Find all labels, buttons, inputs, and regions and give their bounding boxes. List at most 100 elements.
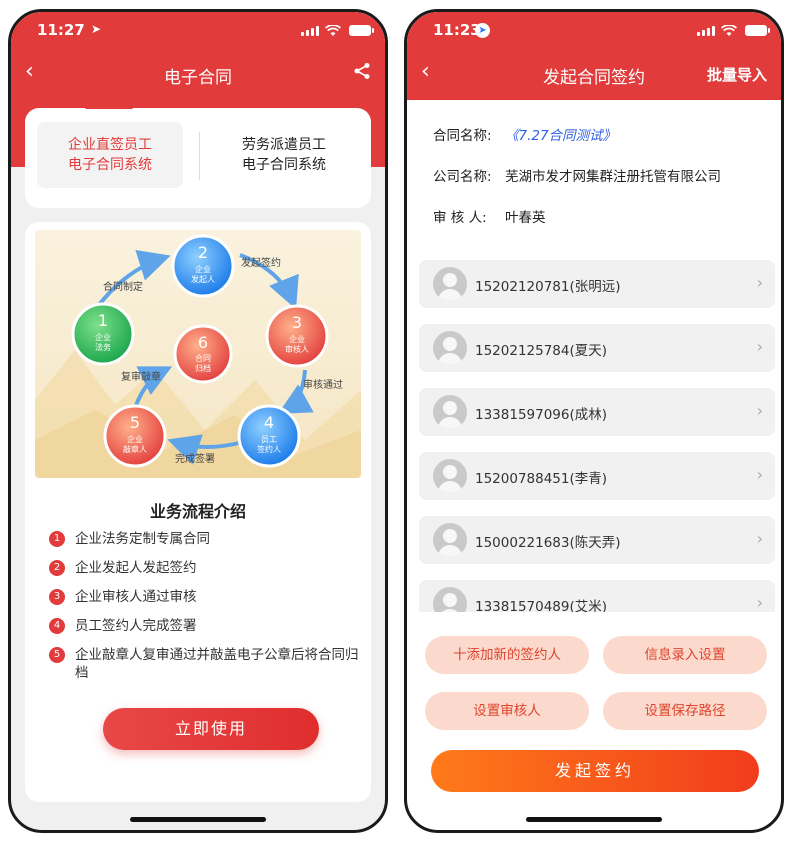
avatar-placeholder-icon <box>433 459 467 493</box>
reviewer-row: 审 核 人: 叶春英 <box>433 206 546 226</box>
avatar-placeholder-icon <box>433 587 467 612</box>
list-item[interactable]: 13381597096(成林) › <box>419 388 775 436</box>
list-item[interactable]: 13381570489(艾米) › <box>419 580 775 612</box>
flow-node-4: 4 员工 签约人 <box>237 404 301 468</box>
chevron-right-icon: › <box>756 337 763 356</box>
company-name-row: 公司名称: 芜湖市发才网集群注册托管有限公司 <box>433 165 721 185</box>
status-time: 11:27 <box>37 21 85 39</box>
field-label: 公司名称: <box>433 169 492 185</box>
step-text: 员工签约人完成签署 <box>75 618 197 634</box>
chevron-right-icon: › <box>756 593 763 612</box>
signer-name: 15202125784(夏天) <box>475 343 608 359</box>
field-value: 芜湖市发才网集群注册托管有限公司 <box>505 169 721 185</box>
chevron-right-icon: › <box>756 401 763 420</box>
svg-text:归档: 归档 <box>195 363 211 373</box>
list-item[interactable]: 15200788451(李青) › <box>419 452 775 500</box>
tab-dispatch-employee[interactable]: 劳务派遣员工 电子合同系统 <box>211 122 357 188</box>
arrow-label: 复审敲章 <box>121 370 161 383</box>
arrow-label: 审核通过 <box>303 378 343 391</box>
svg-text:1: 1 <box>98 311 108 330</box>
chevron-right-icon: › <box>756 273 763 292</box>
svg-text:企业: 企业 <box>289 334 305 344</box>
step-number: 1 <box>49 531 65 547</box>
step-text: 企业敲章人复审通过并敲盖电子公章后将合同归档 <box>75 647 359 681</box>
info-settings-button[interactable]: 信息录入设置 <box>603 636 767 674</box>
flow-node-2: 2 企业 发起人 <box>171 234 235 298</box>
avatar-placeholder-icon <box>433 395 467 429</box>
intro-card: 合同制定 发起签约 审核通过 完成签署 复审敲章 1 企业 法务 2 企业 发起… <box>25 222 371 802</box>
avatar-placeholder-icon <box>433 267 467 301</box>
add-signer-button[interactable]: 十添加新的签约人 <box>425 636 589 674</box>
home-indicator <box>130 817 266 822</box>
svg-text:4: 4 <box>264 413 274 432</box>
share-icon[interactable] <box>353 62 371 80</box>
svg-text:合同: 合同 <box>195 353 211 363</box>
svg-text:企业: 企业 <box>127 434 143 444</box>
step-number: 2 <box>49 560 65 576</box>
svg-text:发起人: 发起人 <box>191 274 215 284</box>
wifi-icon <box>721 25 737 36</box>
nav-bar: ‹ 发起合同签约 批量导入 <box>407 52 781 96</box>
list-item: 5 企业敲章人复审通过并敲盖电子公章后将合同归档 <box>49 646 359 682</box>
svg-text:签约人: 签约人 <box>257 444 281 454</box>
list-item[interactable]: 15000221683(陈天弄) › <box>419 516 775 564</box>
field-label: 合同名称: <box>433 128 492 144</box>
signer-list: 15202120781(张明远) › 15202125784(夏天) › 133… <box>419 260 775 612</box>
arrow-label: 发起签约 <box>241 256 281 269</box>
flow-node-1: 1 企业 法务 <box>71 302 135 366</box>
avatar-placeholder-icon <box>433 331 467 365</box>
batch-import-button[interactable]: 批量导入 <box>707 64 767 85</box>
tab-line: 企业直签员工 <box>68 137 152 153</box>
list-item: 4 员工签约人完成签署 <box>49 617 359 635</box>
chevron-right-icon: › <box>756 465 763 484</box>
system-tabs: 企业直签员工 电子合同系统 劳务派遣员工 电子合同系统 <box>25 108 371 208</box>
use-now-button[interactable]: 立即使用 <box>103 708 319 750</box>
location-arrow-icon: ➤ <box>475 23 490 38</box>
field-value: 叶春英 <box>505 210 546 226</box>
status-bar: 11:23 ➤ <box>407 12 781 48</box>
flow-node-6: 6 合同 归档 <box>173 324 233 384</box>
nav-bar: ‹ 电子合同 <box>11 52 385 96</box>
left-phone-screen: 11:27 ➤ ‹ 电子合同 企业直签员工 电子合同系统 劳务派遣员工 电子合同… <box>8 9 388 833</box>
svg-text:员工: 员工 <box>261 435 277 444</box>
signer-name: 15200788451(李青) <box>475 471 608 487</box>
arrow-label: 完成签署 <box>175 452 215 465</box>
list-item: 3 企业审核人通过审核 <box>49 588 359 606</box>
flow-node-5: 5 企业 敲章人 <box>103 404 167 468</box>
svg-text:企业: 企业 <box>195 264 211 274</box>
location-arrow-icon: ➤ <box>91 22 102 36</box>
step-text: 企业发起人发起签约 <box>75 560 197 576</box>
svg-text:5: 5 <box>130 413 140 432</box>
process-steps-list: 1 企业法务定制专属合同 2 企业发起人发起签约 3 企业审核人通过审核 4 员工签约人… <box>49 530 359 693</box>
chevron-right-icon: › <box>756 529 763 548</box>
tab-direct-employee[interactable]: 企业直签员工 电子合同系统 <box>37 122 183 188</box>
signer-name: 15202120781(张明远) <box>475 279 621 295</box>
arrow-label: 合同制定 <box>103 280 143 293</box>
contract-name-link[interactable]: 《7.27合同测试》 <box>505 128 616 144</box>
section-title: 业务流程介绍 <box>149 502 246 521</box>
svg-text:企业: 企业 <box>95 332 111 342</box>
list-item: 1 企业法务定制专属合同 <box>49 530 359 548</box>
flow-node-3: 3 企业 审核人 <box>265 304 329 368</box>
step-number: 3 <box>49 589 65 605</box>
set-reviewer-button[interactable]: 设置审核人 <box>425 692 589 730</box>
list-item[interactable]: 15202120781(张明远) › <box>419 260 775 308</box>
page-title: 电子合同 <box>164 68 232 88</box>
active-tab-indicator <box>85 106 133 109</box>
set-save-path-button[interactable]: 设置保存路径 <box>603 692 767 730</box>
right-phone-screen: 11:23 ➤ ‹ 发起合同签约 批量导入 合同名称: 《7.27合同测试》 公司… <box>404 9 784 833</box>
list-item[interactable]: 15202125784(夏天) › <box>419 324 775 372</box>
svg-text:审核人: 审核人 <box>285 344 309 354</box>
status-time: 11:23 <box>433 21 481 39</box>
svg-text:3: 3 <box>292 313 302 332</box>
start-signing-button[interactable]: 发起签约 <box>431 750 759 792</box>
contract-name-row: 合同名称: 《7.27合同测试》 <box>433 124 616 144</box>
list-item: 2 企业发起人发起签约 <box>49 559 359 577</box>
step-number: 4 <box>49 618 65 634</box>
signer-name: 13381597096(成林) <box>475 407 608 423</box>
tab-line: 电子合同系统 <box>242 157 326 173</box>
step-text: 企业审核人通过审核 <box>75 589 197 605</box>
signer-name: 13381570489(艾米) <box>475 599 608 612</box>
svg-text:法务: 法务 <box>95 342 111 352</box>
signer-name: 15000221683(陈天弄) <box>475 535 621 551</box>
